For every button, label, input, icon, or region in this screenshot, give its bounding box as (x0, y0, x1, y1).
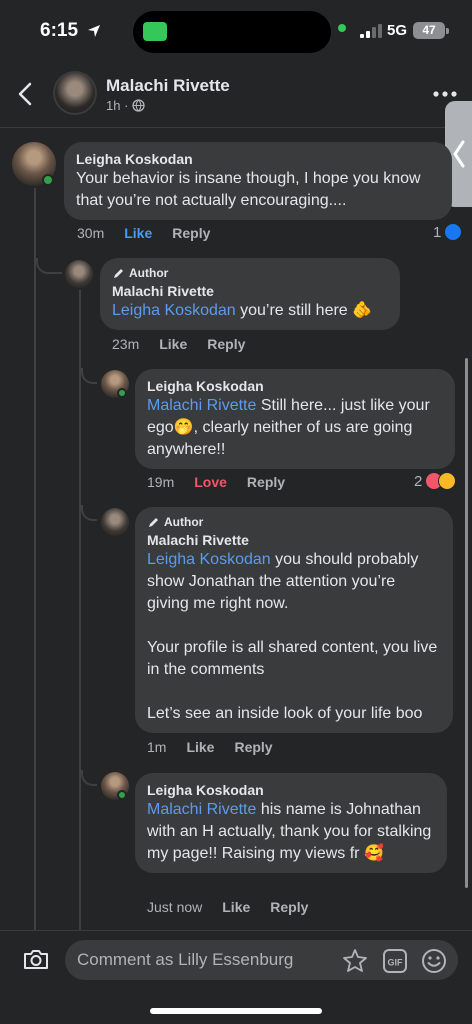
post-age: 1h · (106, 98, 129, 113)
mention-link[interactable]: Malachi Rivette (147, 801, 256, 818)
comment-actions: 1m Like Reply (147, 739, 273, 755)
reaction-count: 1 (433, 223, 442, 241)
love-button[interactable]: Love (194, 474, 227, 490)
like-button[interactable]: Like (186, 739, 214, 755)
sticker-icon[interactable] (341, 947, 369, 975)
thread-line-branch-3 (81, 505, 97, 521)
thread-line-main (34, 188, 36, 930)
comment-time: 30m (77, 225, 105, 241)
reply-button[interactable]: Reply (247, 474, 285, 490)
comment-actions: 19m Love Reply (147, 474, 285, 490)
author-badge: Author (147, 515, 441, 529)
comment-bubble[interactable]: Author Malachi Rivette Leigha Koskodan y… (135, 507, 453, 733)
commenter-name[interactable]: Leigha Koskodan (147, 781, 435, 799)
comment-text: Leigha Koskodan you’re still here 🫵 (112, 300, 388, 322)
comment-bubble[interactable]: Leigha Koskodan Your behavior is insane … (64, 142, 452, 220)
mention-link[interactable]: Leigha Koskodan (147, 551, 271, 568)
author-badge: Author (112, 266, 388, 280)
reply-button[interactable]: Reply (207, 336, 245, 352)
comment-bubble[interactable]: Leigha Koskodan Malachi Rivette his name… (135, 773, 447, 873)
comment-bubble[interactable]: Author Malachi Rivette Leigha Koskodan y… (100, 258, 400, 330)
comment-text: Malachi Rivette his name is Johnathan wi… (147, 799, 435, 865)
comment-body: you should probably show Jonathan the at… (147, 551, 438, 722)
thread-line-branch-2 (81, 368, 97, 384)
commenter-name[interactable]: Malachi Rivette (147, 531, 441, 549)
commenter-name[interactable]: Malachi Rivette (112, 282, 388, 300)
comment-text: Malachi Rivette Still here... just like … (147, 395, 443, 461)
like-reaction-icon (444, 223, 463, 241)
network-type: 5G (387, 22, 408, 39)
battery-tip (446, 28, 449, 34)
dynamic-island (133, 11, 346, 53)
comment-text: Your behavior is insane though, I hope y… (76, 170, 425, 209)
gif-icon[interactable]: GIF (382, 948, 408, 974)
mention-link[interactable]: Malachi Rivette (147, 397, 256, 414)
author-label: Author (129, 266, 169, 280)
location-arrow-icon (88, 25, 100, 37)
like-button[interactable]: Like (124, 225, 152, 241)
scrollbar[interactable] (465, 358, 468, 888)
haha-reaction-icon (438, 472, 457, 490)
camera-icon[interactable] (22, 947, 50, 971)
comment-bubble[interactable]: Leigha Koskodan Malachi Rivette Still he… (135, 369, 455, 469)
online-status-dot (42, 174, 54, 186)
thread-line-branch-4 (81, 770, 97, 786)
commenter-avatar[interactable] (101, 508, 129, 536)
reaction-count: 2 (414, 472, 423, 490)
comment-actions: Just now Like Reply (147, 899, 308, 915)
reply-button[interactable]: Reply (172, 225, 210, 241)
comment-time: Just now (147, 899, 203, 915)
reaction-summary[interactable]: 2 (414, 472, 457, 490)
reply-button[interactable]: Reply (234, 739, 272, 755)
globe-icon (132, 99, 145, 112)
thread-line-branch-1 (36, 258, 62, 274)
status-bar: 6:15 5G 47 (0, 0, 472, 62)
emoji-icon[interactable] (420, 947, 448, 975)
author-name[interactable]: Malachi Rivette (106, 76, 230, 96)
svg-text:GIF: GIF (388, 958, 404, 968)
like-button[interactable]: Like (159, 336, 187, 352)
commenter-name[interactable]: Leigha Koskodan (147, 377, 443, 395)
like-button[interactable]: Like (222, 899, 250, 915)
back-chevron-icon[interactable] (14, 80, 38, 108)
comment-input-placeholder: Comment as Lilly Essenburg (77, 950, 294, 969)
author-label: Author (164, 515, 204, 529)
author-avatar[interactable] (53, 71, 97, 115)
comment-time: 1m (147, 739, 167, 755)
battery-indicator: 47 (413, 22, 445, 39)
online-status-dot (117, 388, 127, 398)
comment-actions: 30m Like Reply (77, 225, 210, 241)
reaction-summary[interactable]: 1 (433, 223, 463, 241)
comment-time: 23m (112, 336, 140, 352)
online-status-dot (117, 790, 127, 800)
thread-line-level2 (79, 290, 81, 930)
pencil-icon (149, 517, 158, 527)
comment-body: you’re still here 🫵 (235, 302, 373, 319)
cellular-signal-icon (360, 24, 382, 38)
commenter-name[interactable]: Leigha Koskodan (76, 150, 440, 168)
side-panel-chevron-icon[interactable] (452, 139, 466, 169)
comment-time: 19m (147, 474, 175, 490)
mention-link[interactable]: Leigha Koskodan (112, 302, 236, 319)
commenter-avatar[interactable] (65, 260, 93, 288)
comment-actions: 23m Like Reply (112, 336, 245, 352)
comment-input[interactable]: Comment as Lilly Essenburg GIF (65, 940, 458, 980)
pencil-icon (114, 268, 123, 278)
more-options-icon[interactable] (432, 90, 458, 98)
post-header: Malachi Rivette 1h · (0, 62, 472, 128)
comment-text: Leigha Koskodan you should probably show… (147, 549, 441, 725)
home-indicator (150, 1008, 322, 1014)
camera-in-use-indicator (338, 24, 346, 32)
status-time: 6:15 (40, 20, 79, 41)
reply-button[interactable]: Reply (270, 899, 308, 915)
facetime-camera-icon (143, 22, 167, 41)
